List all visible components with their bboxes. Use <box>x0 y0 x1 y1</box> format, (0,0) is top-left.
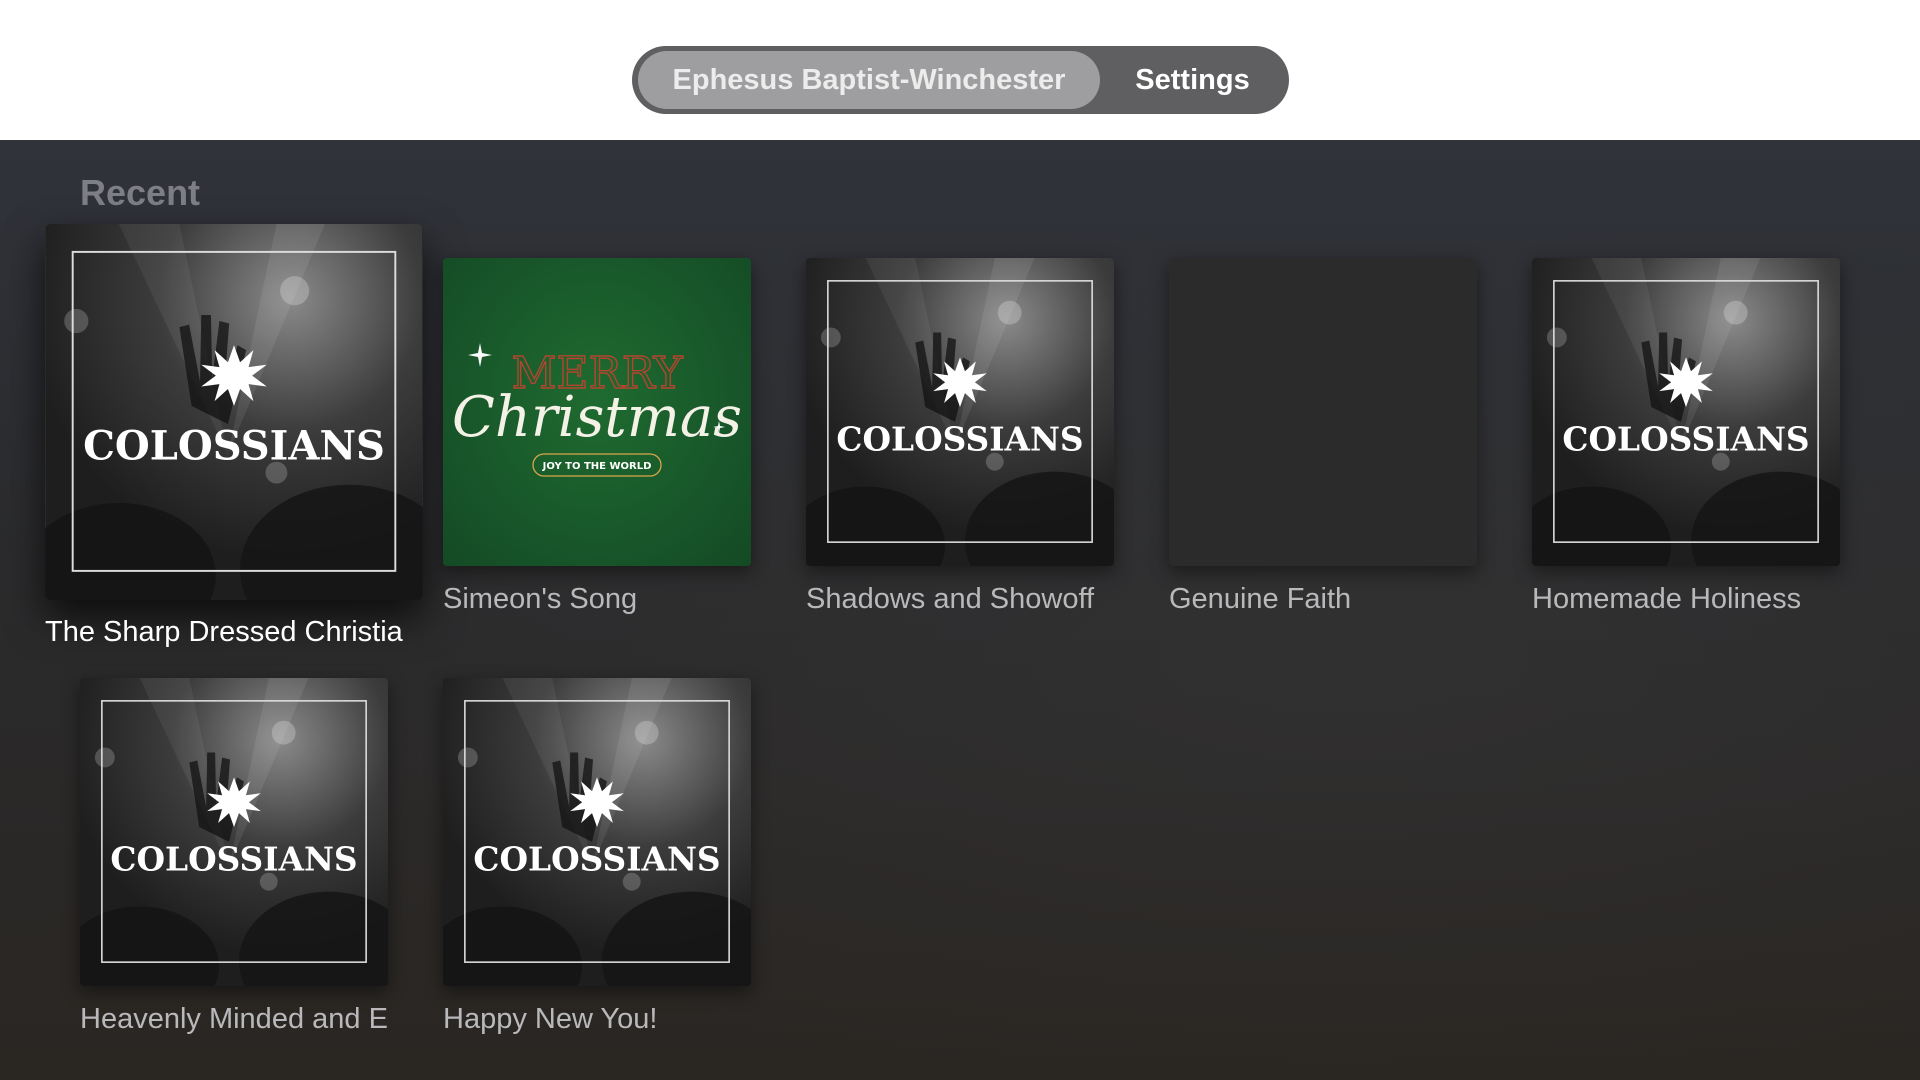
sermon-tile[interactable]: MERRY Christmas JOY TO THE WORLD Simeon'… <box>443 258 751 628</box>
artwork-title: COLOSSIANS <box>836 420 1083 459</box>
main-content: Recent COLOSSIANS The Sharp Dressed Chri… <box>0 140 1920 1080</box>
sermon-artwork: COLOSSIANS <box>806 258 1114 566</box>
artwork-title: COLOSSIANS <box>473 840 720 879</box>
artwork-joy: JOY TO THE WORLD <box>542 461 652 472</box>
tab-church[interactable]: Ephesus Baptist-Winchester <box>638 51 1100 109</box>
top-bar: Ephesus Baptist-Winchester Settings <box>0 0 1920 140</box>
sermon-title: Genuine Faith <box>1169 583 1352 615</box>
sermon-title: Heavenly Minded and E <box>80 1003 388 1035</box>
colossians-artwork: COLOSSIANS <box>806 258 1114 566</box>
sermon-artwork: COLOSSIANS <box>45 224 423 600</box>
christmas-artwork: MERRY Christmas JOY TO THE WORLD <box>452 343 742 477</box>
sermon-artwork: COLOSSIANS <box>80 678 388 986</box>
artwork-title: COLOSSIANS <box>110 840 357 879</box>
sermon-tile[interactable]: COLOSSIANS Homemade Holiness <box>1532 258 1840 628</box>
sermon-tile[interactable]: COLOSSIANS Happy New You! <box>443 678 751 1048</box>
sermon-tile[interactable]: COLOSSIANS The Sharp Dressed Christia <box>45 224 423 664</box>
section-title-recent: Recent <box>80 172 201 213</box>
tab-bar: Ephesus Baptist-Winchester Settings <box>632 46 1289 114</box>
sermon-title: The Sharp Dressed Christia <box>45 616 403 648</box>
sermon-title: Simeon's Song <box>443 583 638 615</box>
sermon-artwork: COLOSSIANS <box>1532 258 1840 566</box>
colossians-artwork: COLOSSIANS <box>45 224 423 600</box>
sermon-artwork: MERRY Christmas JOY TO THE WORLD <box>443 258 751 566</box>
colossians-artwork: COLOSSIANS <box>443 678 751 986</box>
sermon-title: Shadows and Showoff <box>806 583 1095 615</box>
tab-settings[interactable]: Settings <box>1100 51 1285 109</box>
colossians-artwork: COLOSSIANS <box>1532 258 1840 566</box>
sermon-tile[interactable]: COLOSSIANS Heavenly Minded and E <box>80 678 388 1048</box>
sermon-tile[interactable]: Genuine Faith <box>1169 258 1477 628</box>
sermon-tile[interactable]: COLOSSIANS Shadows and Showoff <box>806 258 1114 628</box>
artwork-christmas: Christmas <box>452 385 742 450</box>
artwork-title: COLOSSIANS <box>83 422 385 469</box>
sermon-artwork-placeholder <box>1169 258 1477 566</box>
artwork-title: COLOSSIANS <box>1562 420 1809 459</box>
sermon-artwork: COLOSSIANS <box>443 678 751 986</box>
colossians-artwork: COLOSSIANS <box>80 678 388 986</box>
sermon-title: Homemade Holiness <box>1532 583 1802 615</box>
sermon-title: Happy New You! <box>443 1003 658 1035</box>
